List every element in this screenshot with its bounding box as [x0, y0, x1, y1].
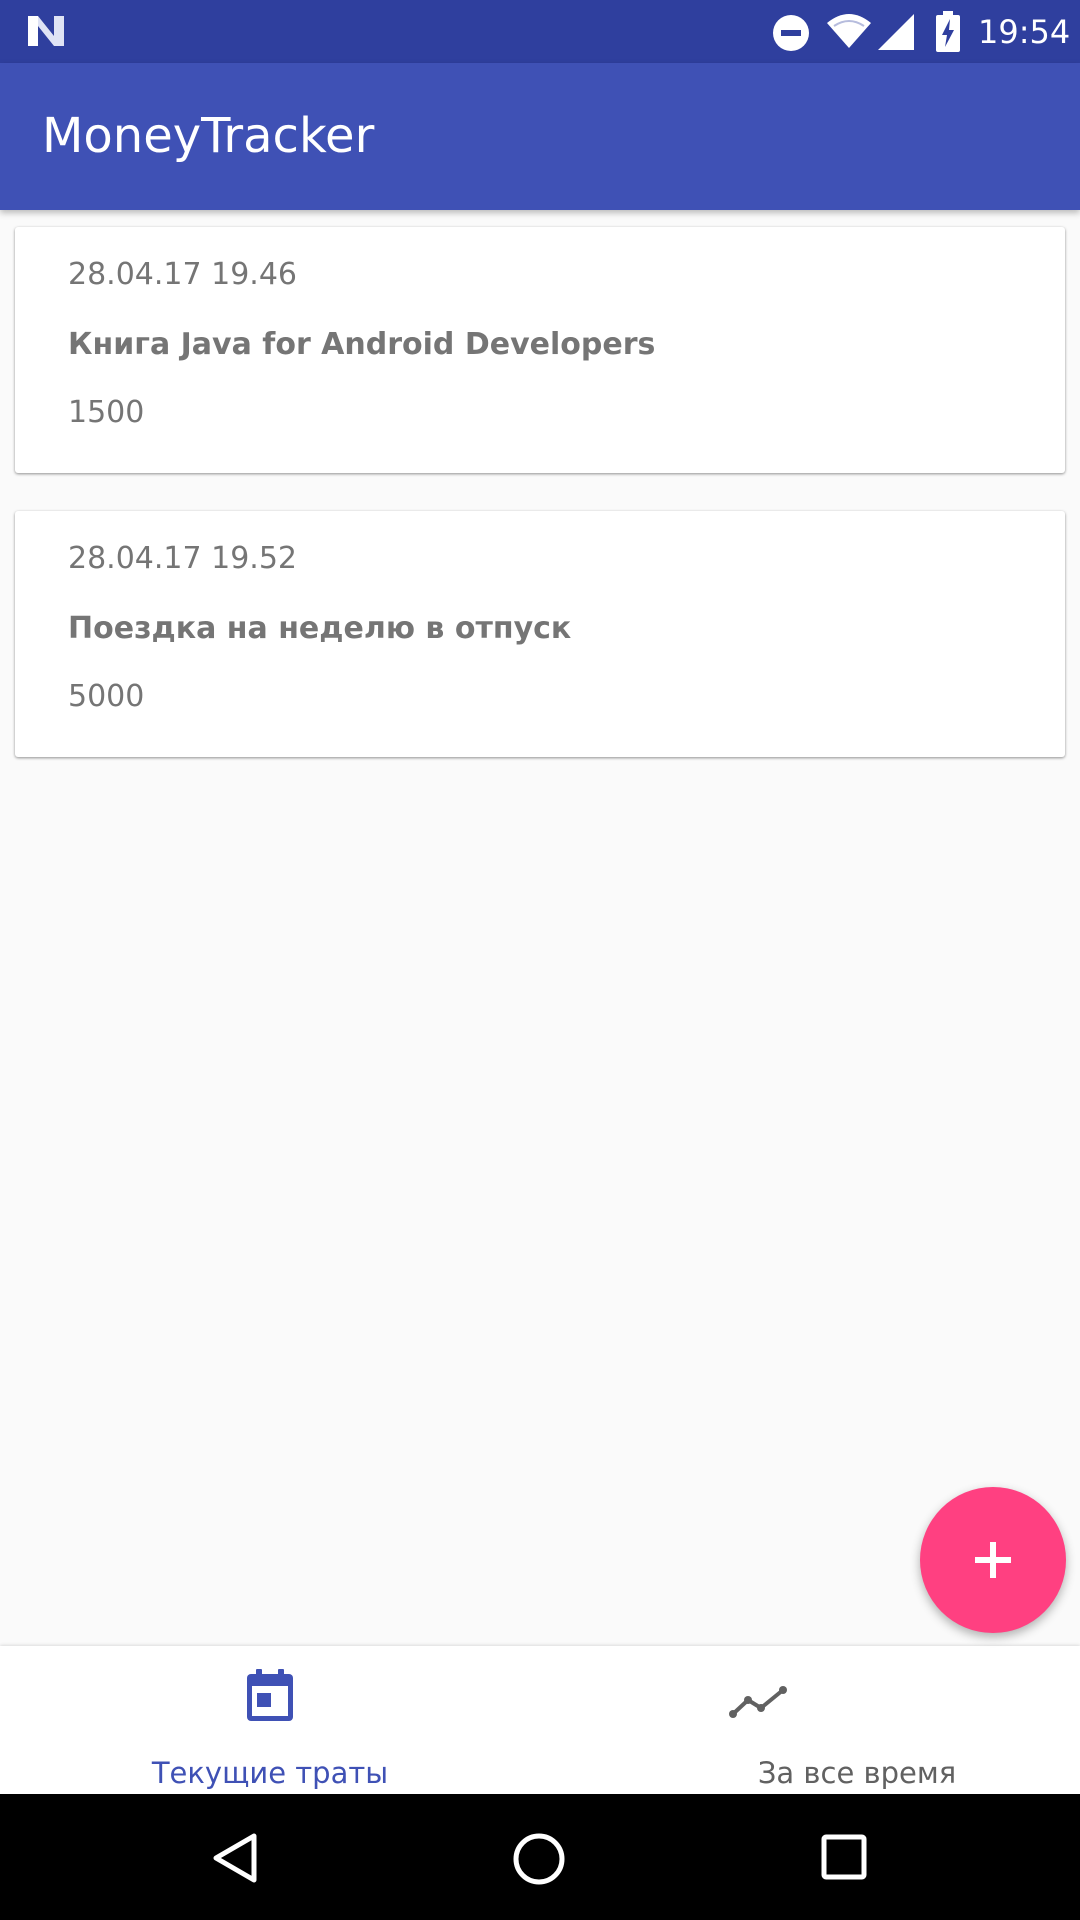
recents-icon[interactable] [821, 1834, 867, 1880]
trending-icon [729, 1686, 787, 1718]
plus-icon [975, 1542, 1011, 1578]
calendar-icon [247, 1669, 293, 1721]
expense-title: Поездка на неделю в отпуск [68, 611, 572, 646]
expense-amount: 5000 [68, 679, 145, 714]
battery-charging-icon [936, 11, 960, 52]
n-logo-icon [28, 16, 64, 46]
status-bar: 19:54 [0, 0, 1080, 63]
add-expense-button[interactable] [920, 1487, 1066, 1633]
home-icon[interactable] [512, 1832, 566, 1886]
expense-amount: 1500 [68, 395, 145, 430]
app-bar: MoneyTracker [0, 63, 1080, 210]
expense-card[interactable]: 28.04.17 19.46 Книга Java for Android De… [15, 227, 1065, 473]
do-not-disturb-icon [773, 15, 809, 51]
app-title: MoneyTracker [42, 108, 375, 164]
status-clock: 19:54 [978, 13, 1071, 51]
cell-signal-icon [878, 14, 914, 50]
expense-title: Книга Java for Android Developers [68, 327, 656, 362]
expense-card[interactable]: 28.04.17 19.52 Поездка на неделю в отпус… [15, 511, 1065, 757]
expense-date: 28.04.17 19.52 [68, 541, 298, 576]
expense-date: 28.04.17 19.46 [68, 257, 298, 292]
tab-label: За все время [757, 1756, 957, 1790]
system-navigation-bar [0, 1794, 1080, 1920]
wifi-icon [827, 14, 871, 48]
bottom-navigation: Текущие траты За все время [0, 1646, 1080, 1794]
tab-all-time[interactable]: За все время [417, 1646, 956, 1794]
back-icon[interactable] [210, 1832, 260, 1884]
